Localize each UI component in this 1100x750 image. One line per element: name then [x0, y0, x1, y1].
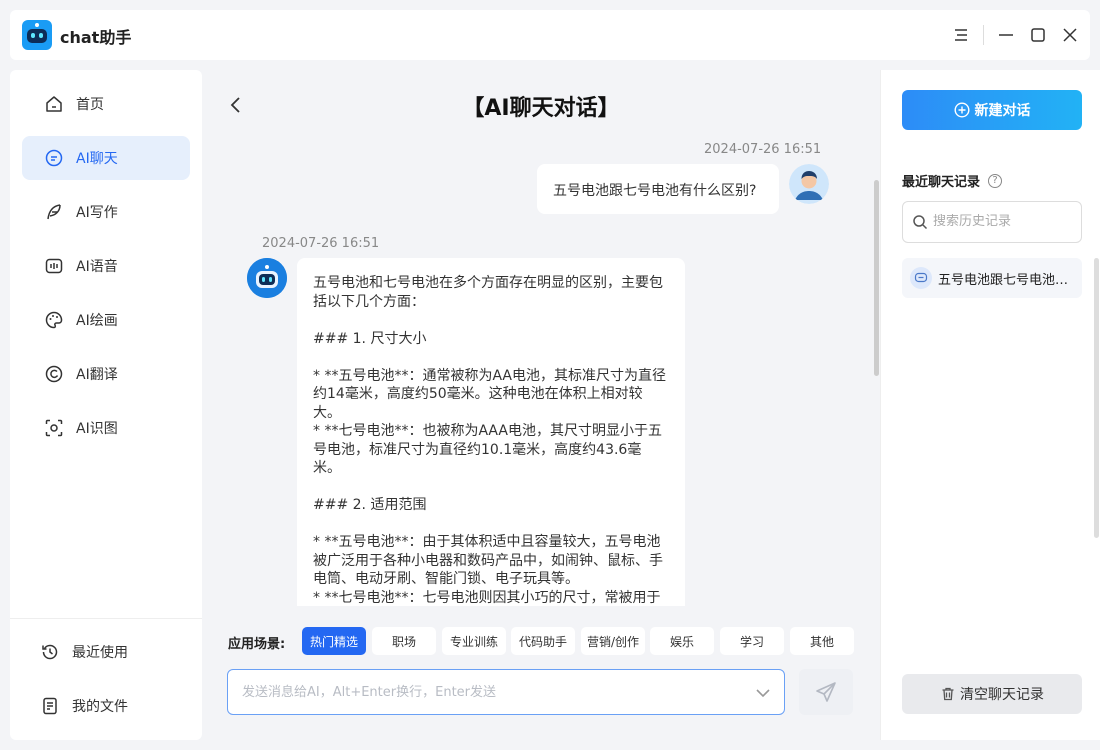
history-search-input[interactable]: [933, 214, 1073, 229]
sidebar-item-home[interactable]: 首页: [22, 82, 190, 126]
scene-chip-training[interactable]: 专业训练: [442, 627, 506, 655]
sidebar-item-ai-translate[interactable]: AI翻译: [22, 352, 190, 396]
new-chat-button[interactable]: 新建对话: [902, 90, 1082, 130]
sidebar-divider: [10, 618, 202, 619]
message-input-box[interactable]: [227, 669, 785, 715]
message-timestamp: 2024-07-26 16:51: [704, 142, 822, 157]
scene-label: 应用场景:: [228, 637, 286, 652]
scene-chip-workplace[interactable]: 职场: [372, 627, 436, 655]
translate-icon: [45, 365, 63, 383]
sidebar: 首页 AI聊天 AI写作 AI语音 AI绘画 AI翻译 AI识图 最近使用 我的…: [10, 70, 202, 740]
message-timestamp: 2024-07-26 16:51: [262, 236, 380, 251]
search-icon: [913, 215, 928, 230]
trash-icon: [942, 687, 954, 701]
new-chat-label: 新建对话: [974, 103, 1031, 119]
sidebar-item-recent[interactable]: 最近使用: [22, 630, 190, 674]
help-icon[interactable]: ?: [988, 173, 1003, 188]
bot-avatar: [247, 258, 287, 298]
recent-chats-label: 最近聊天记录: [902, 175, 981, 190]
sidebar-item-label: AI聊天: [76, 151, 118, 167]
clear-history-label: 清空聊天记录: [960, 687, 1044, 703]
title-bar: chat助手: [10, 10, 1090, 60]
sidebar-item-ai-voice[interactable]: AI语音: [22, 244, 190, 288]
history-panel: 新建对话 最近聊天记录 ? 五号电池跟七号电池有什么区别? 清空聊天记录: [880, 70, 1100, 740]
user-message-bubble: 五号电池跟七号电池有什么区别?: [537, 164, 779, 214]
message-list: 2024-07-26 16:51 五号电池跟七号电池有什么区别? 2024-07…: [202, 136, 880, 606]
feather-icon: [47, 204, 61, 220]
chat-scrollbar[interactable]: [874, 180, 879, 376]
chat-bubble-icon: [910, 267, 932, 289]
scene-chip-hot[interactable]: 热门精选: [302, 627, 366, 655]
voice-icon: [45, 258, 63, 274]
sidebar-item-ai-recognize[interactable]: AI识图: [22, 406, 190, 450]
chevron-down-icon[interactable]: [754, 684, 772, 702]
send-button[interactable]: [799, 669, 853, 715]
sidebar-item-label: 最近使用: [72, 645, 128, 661]
sidebar-item-ai-writing[interactable]: AI写作: [22, 190, 190, 234]
scene-chip-code[interactable]: 代码助手: [511, 627, 575, 655]
palette-icon: [45, 311, 63, 329]
sidebar-item-label: AI翻译: [76, 367, 118, 383]
chat-icon: [45, 149, 63, 167]
scan-icon: [45, 419, 63, 437]
message-input[interactable]: [242, 682, 742, 702]
history-icon: [42, 644, 58, 660]
close-icon[interactable]: [1059, 24, 1081, 46]
scene-chip-marketing[interactable]: 营销/创作: [581, 627, 645, 655]
maximize-icon[interactable]: [1027, 24, 1049, 46]
scene-chip-study[interactable]: 学习: [720, 627, 784, 655]
assistant-message-bubble: 五号电池和七号电池在多个方面存在明显的区别，主要包括以下几个方面： ### 1.…: [297, 258, 685, 606]
menu-icon[interactable]: [950, 24, 972, 46]
assistant-message-text: 五号电池和七号电池在多个方面存在明显的区别，主要包括以下几个方面： ### 1.…: [313, 275, 666, 606]
home-icon: [46, 96, 62, 112]
scene-chip-entertainment[interactable]: 娱乐: [650, 627, 714, 655]
sidebar-item-label: 首页: [76, 97, 104, 113]
recent-chats-title: 最近聊天记录 ?: [902, 171, 1003, 190]
history-search[interactable]: [902, 201, 1082, 243]
robot-logo-icon: [22, 20, 52, 50]
plus-circle-icon: [953, 102, 970, 118]
sidebar-item-ai-painting[interactable]: AI绘画: [22, 298, 190, 342]
sidebar-item-label: 我的文件: [72, 699, 128, 715]
titlebar-divider: [983, 25, 984, 45]
clear-history-button[interactable]: 清空聊天记录: [902, 674, 1082, 714]
file-icon: [43, 697, 57, 715]
minimize-icon[interactable]: [995, 24, 1017, 46]
history-scrollbar[interactable]: [1094, 258, 1099, 538]
history-item[interactable]: 五号电池跟七号电池有什么区别?: [902, 258, 1082, 298]
scene-chip-other[interactable]: 其他: [790, 627, 854, 655]
sidebar-item-label: AI识图: [76, 421, 118, 437]
page-title: 【AI聊天对话】: [462, 96, 620, 121]
send-icon: [816, 682, 836, 702]
sidebar-item-ai-chat[interactable]: AI聊天: [22, 136, 190, 180]
sidebar-item-label: AI绘画: [76, 313, 118, 329]
app-title: chat助手: [60, 28, 132, 47]
user-avatar: [789, 164, 829, 204]
sidebar-item-files[interactable]: 我的文件: [22, 684, 190, 728]
chat-area: 【AI聊天对话】 2024-07-26 16:51 五号电池跟七号电池有什么区别…: [202, 70, 880, 740]
sidebar-item-label: AI写作: [76, 205, 118, 221]
history-item-title: 五号电池跟七号电池有什么区别?: [938, 272, 1078, 288]
sidebar-item-label: AI语音: [76, 259, 118, 275]
